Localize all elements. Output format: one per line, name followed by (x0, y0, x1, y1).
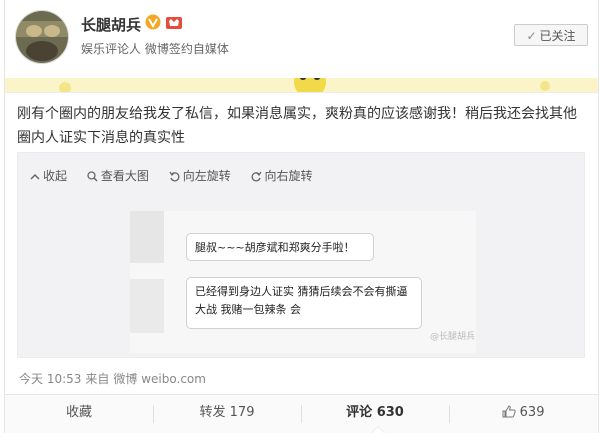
rotate-right-icon (251, 171, 262, 182)
avatar[interactable] (15, 10, 69, 64)
rotate-right-button[interactable]: 向右旋转 (251, 167, 313, 184)
blurred-avatar (130, 279, 164, 333)
avatar-image (16, 11, 68, 63)
magnifier-icon (87, 171, 98, 182)
thumbs-up-icon (502, 405, 516, 418)
chat-screenshot-image[interactable]: 腿叔~~~胡彦斌和郑爽分手啦！ 已经得到身边人证实 猜猜后续会不会有撕逼大战 我… (130, 211, 476, 353)
view-large-label: 查看大图 (100, 169, 149, 183)
repost-label: 转发 (199, 405, 226, 420)
like-count: 639 (519, 405, 545, 420)
view-large-button[interactable]: 查看大图 (87, 167, 149, 184)
media-box: 收起 查看大图 向左旋转 向右旋转 腿叔~~~胡彦斌和郑爽分手啦！ 已经得到身边… (17, 152, 585, 358)
post-text: 刚有个圈内的朋友给我发了私信，如果消息属实，爽粉真的应该感谢我！稍后我还会找其他… (17, 106, 577, 146)
collapse-button[interactable]: 收起 (30, 167, 67, 184)
repost-button[interactable]: 转发 179 (153, 395, 301, 433)
follow-button-label: 已关注 (539, 29, 576, 43)
rotate-right-label: 向右旋转 (264, 169, 313, 183)
comment-count: 630 (376, 405, 404, 420)
post-meta: 今天 10:53 来自 微博 weibo.com (19, 370, 206, 387)
collapse-up-icon (30, 173, 40, 180)
follow-button[interactable]: ✓ 已关注 (514, 24, 588, 46)
like-button[interactable]: 639 (449, 395, 597, 433)
rotate-left-label: 向左旋转 (182, 169, 231, 183)
action-bar: 收藏 转发 179 评论 630 639 (5, 394, 598, 433)
user-subtitle: 娱乐评论人 微博签约自媒体 (81, 42, 229, 56)
comment-active-notch-fill (372, 427, 384, 433)
blurred-avatar (130, 211, 164, 263)
collect-button[interactable]: 收藏 (5, 395, 153, 433)
post-source[interactable]: 微博 weibo.com (113, 372, 206, 386)
repost-count: 179 (229, 405, 255, 420)
rotate-left-button[interactable]: 向左旋转 (169, 167, 231, 184)
media-toolbar: 收起 查看大图 向左旋转 向右旋转 (30, 167, 329, 185)
member-crown-icon[interactable] (165, 14, 183, 30)
post-time[interactable]: 今天 10:53 (19, 372, 81, 386)
collapse-label: 收起 (43, 169, 68, 183)
chat-bubble: 已经得到身边人证实 猜猜后续会不会有撕逼大战 我赌一包辣条 会 (186, 277, 422, 329)
check-icon: ✓ (526, 29, 537, 43)
post-header: 长腿胡兵 娱乐评论人 微博签约自媒体 ✓ 已关注 (5, 0, 598, 78)
weibo-post-card: 长腿胡兵 娱乐评论人 微博签约自媒体 ✓ 已关注 刚有个圈内的朋友给我发了私信，如… (4, 0, 599, 433)
comment-label: 评论 (346, 405, 373, 420)
user-name[interactable]: 长腿胡兵 (81, 14, 141, 35)
verified-v-icon (145, 14, 161, 30)
header-divider (5, 92, 598, 93)
collect-label: 收藏 (65, 405, 92, 420)
rotate-left-icon (169, 171, 180, 182)
from-label: 来自 (85, 372, 110, 386)
chat-bubble: 腿叔~~~胡彦斌和郑爽分手啦！ (186, 233, 374, 261)
image-watermark: @长腿胡兵 (430, 332, 476, 342)
